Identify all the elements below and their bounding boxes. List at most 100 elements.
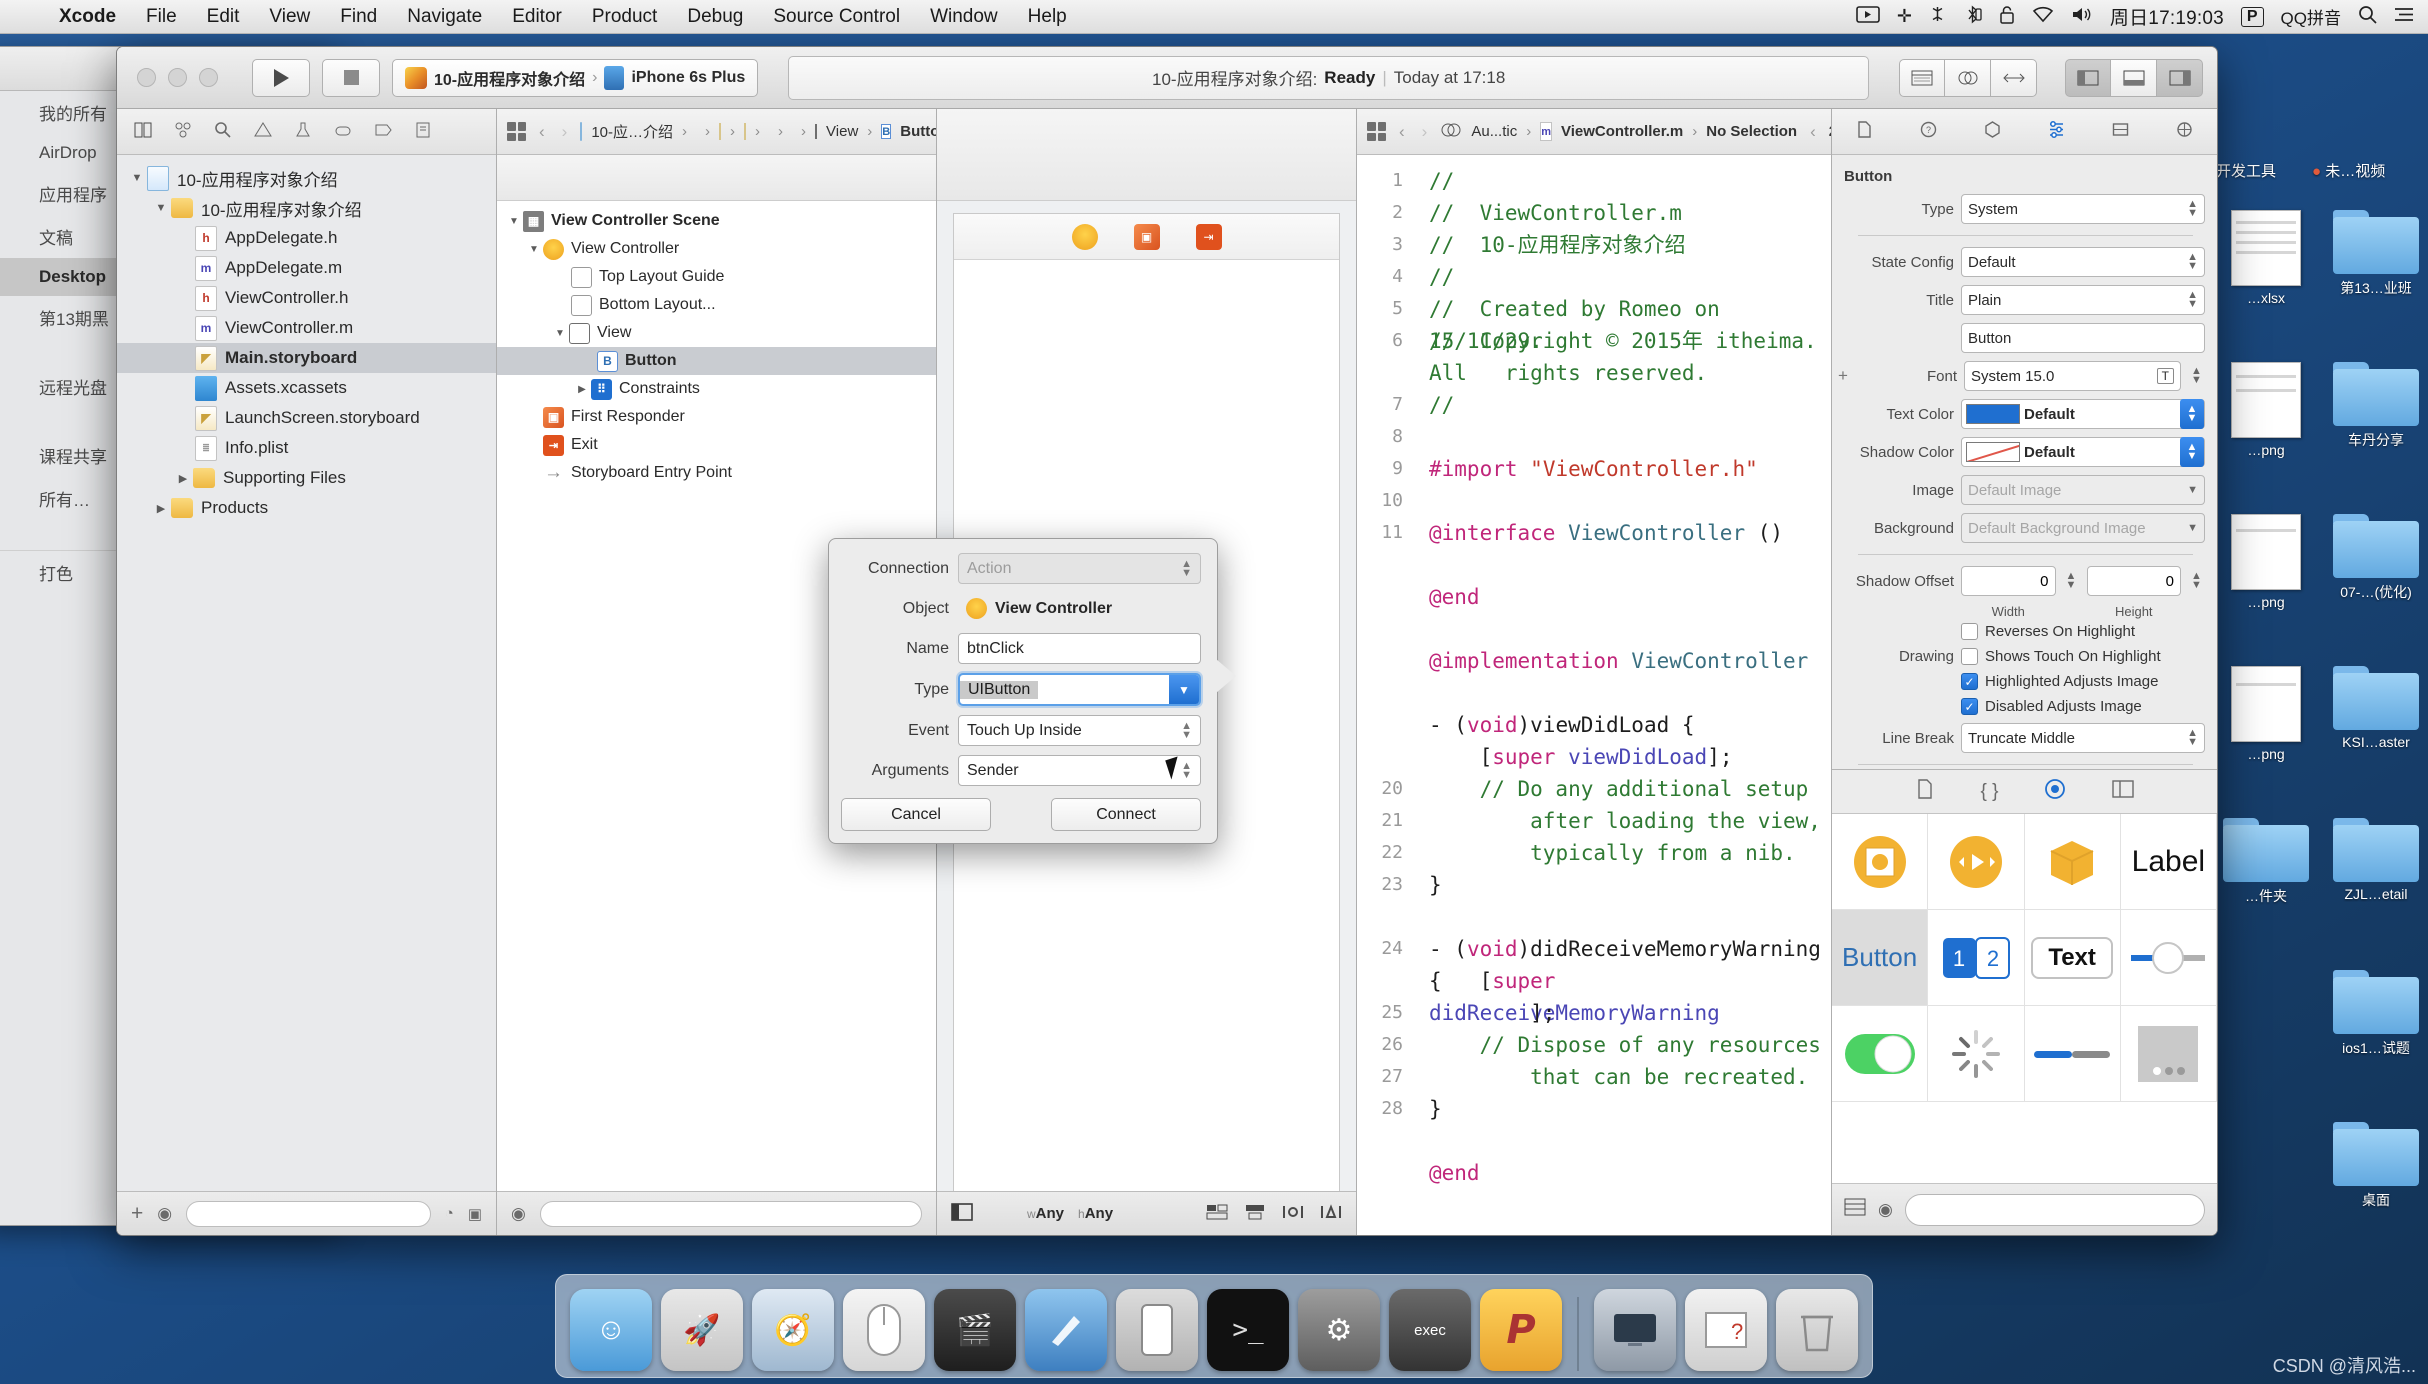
connection-type-popup[interactable]: Action ▲ ▼ bbox=[958, 553, 1201, 584]
pin-icon[interactable] bbox=[1244, 1203, 1266, 1225]
standard-editor-button[interactable] bbox=[1899, 58, 1945, 97]
inspector-row-highlighted-adjusts-image[interactable]: ✓ Highlighted Adjusts Image bbox=[1836, 673, 2205, 690]
font-field[interactable]: System 15.0 T bbox=[1964, 361, 2181, 391]
document-outline-toggle-icon[interactable] bbox=[951, 1202, 973, 1225]
library-search-input[interactable] bbox=[1904, 1193, 2205, 1226]
tree-row-assets[interactable]: Assets.xcassets bbox=[117, 373, 496, 403]
library-item-slider[interactable] bbox=[2120, 910, 2217, 1006]
disabled-adjusts-image-checkbox[interactable]: ✓ bbox=[1961, 698, 1978, 715]
cancel-button[interactable]: Cancel bbox=[841, 798, 991, 831]
editor-mode-segment[interactable] bbox=[1899, 58, 2037, 97]
dock-item-xcode[interactable] bbox=[1025, 1289, 1107, 1371]
connection-dialog[interactable]: Connection Action ▲ ▼ Object View Control… bbox=[828, 538, 1236, 844]
dialog-row-connection[interactable]: Connection Action ▲ ▼ bbox=[841, 553, 1201, 584]
background-combo[interactable]: Default Background Image ▼ bbox=[1961, 513, 2205, 543]
text-color-field[interactable]: Default ▲ ▼ bbox=[1961, 399, 2205, 429]
attributes-inspector-tab[interactable] bbox=[2047, 120, 2066, 144]
twisty-icon[interactable]: ▼ bbox=[551, 328, 569, 339]
menu-item-window[interactable]: Window bbox=[915, 6, 1013, 28]
desktop-item-png-3[interactable]: …png bbox=[2210, 666, 2322, 762]
connect-button[interactable]: Connect bbox=[1051, 798, 1201, 831]
notification-center-icon[interactable] bbox=[2394, 6, 2414, 28]
jump-crumb-view[interactable]: View bbox=[826, 123, 858, 140]
connections-inspector-tab[interactable] bbox=[2175, 120, 2194, 144]
assistant-editor-button[interactable] bbox=[1945, 58, 1991, 97]
inspector-row-title[interactable]: Title Plain ▲ ▼ bbox=[1836, 285, 2205, 315]
document-outline-toggle[interactable]: ◉ bbox=[511, 1204, 526, 1224]
inspector-row-state-config[interactable]: State Config Default ▲ ▼ bbox=[1836, 247, 2205, 277]
navigator-tab-bar[interactable] bbox=[117, 109, 496, 155]
window-controls[interactable] bbox=[137, 68, 218, 87]
twisty-icon[interactable]: ▶ bbox=[573, 384, 591, 395]
menu-item-navigate[interactable]: Navigate bbox=[392, 6, 497, 28]
menu-item-find[interactable]: Find bbox=[325, 6, 392, 28]
tree-row-info-plist[interactable]: ≣ Info.plist bbox=[117, 433, 496, 463]
tree-row-main-storyboard[interactable]: ◤ Main.storyboard bbox=[117, 343, 496, 373]
twisty-icon[interactable]: ▼ bbox=[505, 216, 523, 227]
dialog-row-arguments[interactable]: Arguments Sender ▲ ▼ bbox=[841, 755, 1201, 786]
twisty-icon[interactable]: ▼ bbox=[151, 202, 171, 214]
desktop-item-folder-8[interactable]: 桌面 bbox=[2320, 1122, 2428, 1210]
outline-row-constraints[interactable]: ▶ ⠿ Constraints bbox=[497, 375, 936, 403]
utilities-toggle-button[interactable] bbox=[2157, 58, 2203, 97]
dialog-row-type[interactable]: Type UIButton ▼ bbox=[841, 673, 1201, 706]
outline-row-view[interactable]: ▼ View bbox=[497, 319, 936, 347]
identity-inspector-tab[interactable] bbox=[1983, 120, 2002, 144]
shadow-offset-width-input[interactable]: 0 bbox=[1961, 566, 2056, 596]
stop-button[interactable] bbox=[322, 58, 380, 97]
breakpoint-navigator-tab[interactable] bbox=[373, 120, 393, 144]
inspector-row-text-color[interactable]: Text Color Default ▲ ▼ bbox=[1836, 399, 2205, 429]
menubar-clock[interactable]: 周日17:19:03 bbox=[2110, 3, 2224, 30]
inspector-row-title-text[interactable]: Button bbox=[1836, 323, 2205, 353]
title-text-input[interactable]: Button bbox=[1961, 323, 2205, 353]
chevron-down-icon[interactable]: ▼ bbox=[2187, 484, 2198, 496]
dock-item-mouse-app[interactable] bbox=[843, 1289, 925, 1371]
outline-row-bottom-layout-guide[interactable]: Bottom Layout... bbox=[497, 291, 936, 319]
library-item-text-field[interactable]: Text bbox=[2024, 910, 2121, 1006]
inspector-tab-bar[interactable]: ? bbox=[1832, 109, 2217, 155]
menu-item-xcode[interactable]: Xcode bbox=[44, 6, 131, 28]
macos-menu-bar[interactable]: Xcode File Edit View Find Navigate Edito… bbox=[0, 0, 2428, 34]
screen-share-icon[interactable] bbox=[1856, 5, 1880, 28]
color-swatch[interactable] bbox=[1966, 442, 2020, 462]
library-item-progress-view[interactable] bbox=[2024, 1006, 2121, 1102]
desktop-item-folder-2[interactable]: 车丹分享 bbox=[2320, 362, 2428, 450]
desktop-item-folder-5[interactable]: …件夹 bbox=[2210, 818, 2322, 906]
debug-toggle-button[interactable] bbox=[2111, 58, 2157, 97]
related-items-icon[interactable] bbox=[507, 122, 526, 141]
resolve-issues-icon[interactable] bbox=[1282, 1203, 1304, 1225]
reverses-on-highlight-checkbox[interactable] bbox=[1961, 623, 1978, 640]
debug-navigator-tab[interactable] bbox=[333, 120, 353, 144]
tree-row-group[interactable]: ▼ 10-应用程序对象介绍 bbox=[117, 193, 496, 223]
library-item-label[interactable]: Label bbox=[2120, 814, 2217, 910]
file-inspector-tab[interactable] bbox=[1855, 120, 1874, 144]
project-navigator-tab[interactable] bbox=[133, 120, 153, 144]
lock-icon[interactable] bbox=[1999, 5, 2015, 29]
jump-crumb-button[interactable]: Button bbox=[900, 123, 936, 140]
outline-row-entry-point[interactable]: → Storyboard Entry Point bbox=[497, 459, 936, 487]
inspector-row-disabled-adjusts-image[interactable]: ✓ Disabled Adjusts Image bbox=[1836, 698, 2205, 715]
chevron-left-icon[interactable]: ‹ bbox=[1806, 122, 1820, 142]
first-responder-icon[interactable]: ▣ bbox=[1133, 223, 1160, 250]
file-template-library-tab[interactable] bbox=[1915, 778, 1935, 806]
jump-crumb-selection[interactable]: No Selection bbox=[1706, 123, 1797, 140]
button-type-popup[interactable]: System ▲ ▼ bbox=[1961, 194, 2205, 224]
dock-item-launchpad[interactable]: 🚀 bbox=[661, 1289, 743, 1371]
dock-item-screens[interactable] bbox=[1594, 1289, 1676, 1371]
twisty-icon[interactable]: ▶ bbox=[151, 502, 171, 515]
scheme-selector[interactable]: 10-应用程序对象介绍 › iPhone 6s Plus bbox=[392, 58, 759, 97]
color-stepper[interactable]: ▲ ▼ bbox=[2180, 399, 2204, 429]
outline-row-first-responder[interactable]: ▣ First Responder bbox=[497, 403, 936, 431]
menu-item-source-control[interactable]: Source Control bbox=[758, 6, 915, 28]
macos-dock[interactable]: ☺ 🚀 🧭 🎬 >_ ⚙ exec 𝙋 ? bbox=[555, 1274, 1873, 1378]
search-icon[interactable] bbox=[2358, 5, 2377, 29]
dock-item-preview[interactable]: ? bbox=[1685, 1289, 1767, 1371]
library-item-page-control[interactable] bbox=[2120, 1006, 2217, 1102]
forward-icon[interactable]: › bbox=[558, 122, 572, 142]
back-icon[interactable]: ‹ bbox=[535, 122, 549, 142]
menu-item-product[interactable]: Product bbox=[577, 6, 672, 28]
image-combo[interactable]: Default Image ▼ bbox=[1961, 475, 2205, 505]
chevron-down-icon[interactable]: ▼ bbox=[2187, 522, 2198, 534]
outline-row-view-controller[interactable]: ▼ View Controller bbox=[497, 235, 936, 263]
shows-touch-on-highlight-checkbox[interactable] bbox=[1961, 648, 1978, 665]
